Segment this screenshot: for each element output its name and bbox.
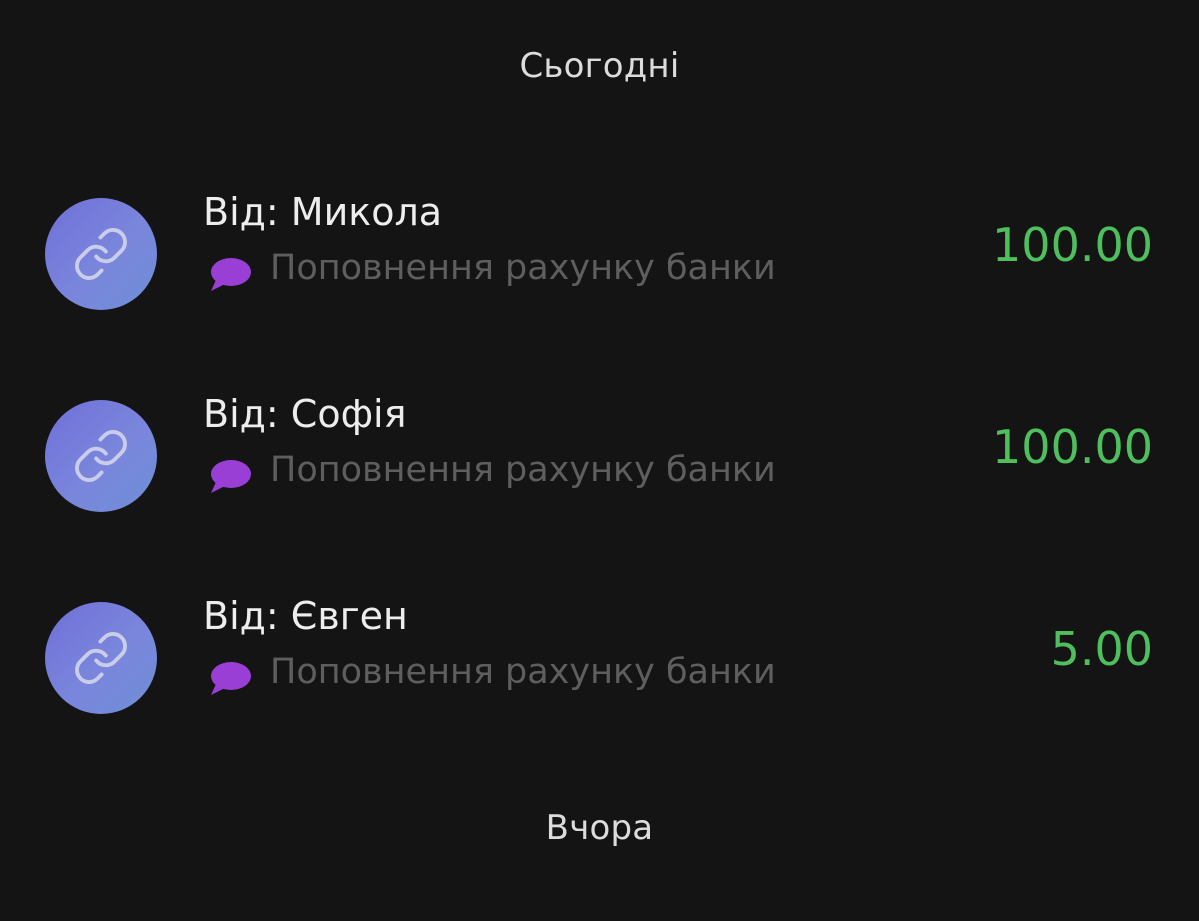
transaction-note: Поповнення рахунку банки <box>270 248 776 288</box>
section-header-today: Сьогодні <box>519 46 680 86</box>
avatar <box>45 400 157 512</box>
avatar <box>45 602 157 714</box>
transaction-sender: Від: Євген <box>203 594 408 638</box>
speech-bubble-icon <box>211 258 251 291</box>
transaction-row[interactable]: Від: Євген Поповнення рахунку банки 5.00 <box>0 594 1199 724</box>
transaction-row[interactable]: Від: Софія Поповнення рахунку банки 100.… <box>0 392 1199 522</box>
speech-bubble-icon <box>211 460 251 493</box>
transaction-sender: Від: Микола <box>203 190 443 234</box>
link-icon <box>75 228 127 280</box>
link-icon <box>75 430 127 482</box>
link-icon <box>75 632 127 684</box>
transaction-amount: 100.00 <box>992 420 1153 474</box>
transaction-note: Поповнення рахунку банки <box>270 652 776 692</box>
transaction-amount: 100.00 <box>992 218 1153 272</box>
transaction-note: Поповнення рахунку банки <box>270 450 776 490</box>
transaction-row[interactable]: Від: Микола Поповнення рахунку банки 100… <box>0 190 1199 320</box>
speech-bubble-icon <box>211 662 251 695</box>
avatar <box>45 198 157 310</box>
section-header-yesterday: Вчора <box>545 808 654 848</box>
transaction-sender: Від: Софія <box>203 392 407 436</box>
transaction-amount: 5.00 <box>1050 622 1153 676</box>
